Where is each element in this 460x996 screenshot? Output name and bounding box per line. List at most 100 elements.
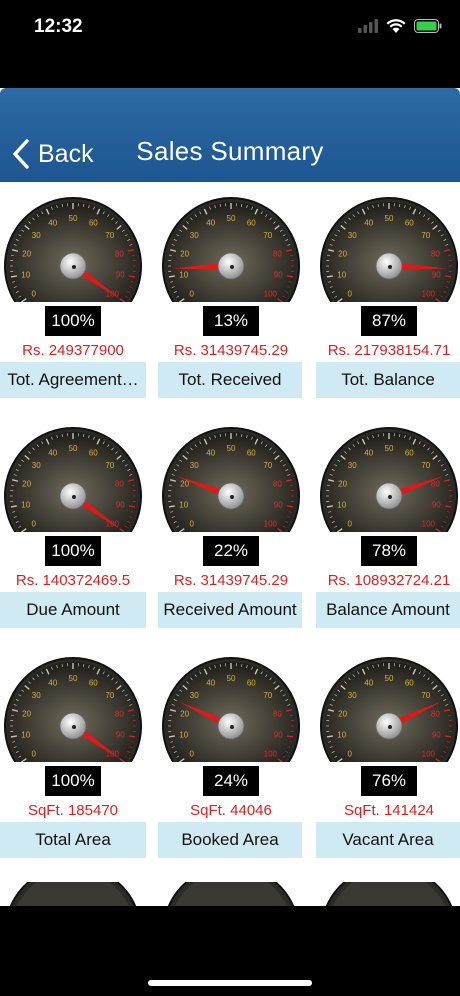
gauge-scale-label: 100 [422,750,436,759]
gauge-scale-label: 40 [364,678,373,687]
gauge-scale-label: 20 [22,710,31,719]
gauge-scale-label: 0 [31,750,36,759]
gauge-scale-label: 70 [105,691,114,700]
percent-badge: 100% [45,766,101,796]
amount-value: SqFt. 141424 [343,802,435,819]
gauge-scale-label: 80 [273,250,282,259]
gauge-scale-label: 10 [21,270,30,279]
gauge-scale-label: 90 [432,270,441,279]
gauge-scale-label: 50 [69,674,78,683]
navigation-bar: Back Sales Summary [0,88,460,182]
gauge-scale-label: 0 [347,290,352,299]
gauge-tile[interactable]: 0 10 20 30 40 50 60 70 80 90 100 78% Rs. 108932724.2… [316,422,460,632]
gauge-scale-label: 80 [115,480,124,489]
gauge-scale-label: 90 [116,500,125,509]
metric-label: Tot. Agreement… [0,362,146,398]
speedometer-gauge-partial [325,882,453,906]
gauge-scale-label: 0 [189,520,194,529]
gauge-scale-label: 10 [179,730,188,739]
gauge-scale-label: 80 [273,710,282,719]
gauge-scale-label: 20 [180,250,189,259]
amount-value: Rs. 217938154.71 [327,342,451,359]
speedometer-gauge: 0102030405060708090100 [4,197,142,302]
gauge-tile[interactable]: 0 10 20 30 40 50 60 70 80 90 100 22% Rs. 31439745.29… [158,422,304,632]
gauge-scale-label: 10 [337,500,346,509]
gauge-scale-label: 80 [273,480,282,489]
gauge-scale-label: 20 [338,710,347,719]
gauge-scale-label: 50 [385,674,394,683]
gauge-tile[interactable]: 0102030405060708090100100%Rs. 249377900T… [0,192,146,402]
speedometer-gauge-partial [9,882,137,906]
gauge-scale-label: 100 [422,290,436,299]
percent-badge: 87% [361,306,417,336]
gauge-scale-label: 80 [115,250,124,259]
gauge-scale-label: 0 [31,520,36,529]
gauge-scale-label: 70 [421,691,430,700]
gauge-tile[interactable]: 0 10 20 30 40 50 60 70 80 90 100 76% SqFt. 141424 Vac… [316,652,460,862]
gauge-tile[interactable]: 0 10 20 30 40 50 60 70 80 90 100 87% Rs. 217938154.7… [316,192,460,402]
wifi-icon [386,18,406,38]
gauge-scale-label: 90 [274,270,283,279]
gauge-scale-label: 60 [247,448,256,457]
metric-label: Booked Area [158,822,302,858]
gauge-scale-label: 40 [48,448,57,457]
gauge-scale-label: 10 [337,270,346,279]
gauge-scale-label: 60 [405,448,414,457]
speedometer-gauge: 0102030405060708090100 [162,197,300,302]
gauge-scale-label: 70 [105,461,114,470]
amount-value: Rs. 108932724.21 [327,572,451,589]
gauge-tile[interactable]: 0102030405060708090100100%Rs. 140372469.… [0,422,146,632]
gauge-scale-label: 10 [21,500,30,509]
amount-value: Rs. 31439745.29 [173,572,289,589]
percent-badge: 24% [203,766,259,796]
gauge-scale-label: 70 [263,231,272,240]
screen: Back Sales Summary 0 10 20 30 40 50 60 70 80 90 10… [0,88,460,906]
gauge-scale-label: 10 [21,730,30,739]
metric-label: Total Area [0,822,146,858]
percent-badge: 78% [361,536,417,566]
metric-label: Tot. Received [158,362,302,398]
speedometer-gauge-partial [167,882,295,906]
gauge-scale-label: 30 [190,231,199,240]
gauge-scale-label: 20 [338,480,347,489]
gauge-scale-label: 40 [206,448,215,457]
gauge-scale-label: 50 [385,214,394,223]
gauge-scale-label: 60 [247,678,256,687]
gauge-scale-label: 60 [405,678,414,687]
gauge-scale-label: 100 [264,750,278,759]
gauge-scale-label: 70 [105,231,114,240]
gauge-scale-label: 20 [22,480,31,489]
gauge-scale-label: 10 [179,500,188,509]
gauge-scale-label: 90 [116,270,125,279]
gauge-scale-label: 100 [422,520,436,529]
speedometer-gauge: 0102030405060708090100 [162,427,300,532]
gauge-scale-label: 0 [31,290,36,299]
amount-value: Rs. 140372469.5 [15,572,131,589]
gauge-scale-label: 40 [48,678,57,687]
gauge-scale-label: 0 [189,290,194,299]
gauge-scale-label: 30 [348,231,357,240]
gauge-scale-label: 60 [247,218,256,227]
metric-label: Received Amount [158,592,302,628]
gauge-scale-label: 40 [206,218,215,227]
gauge-scale-label: 60 [89,448,98,457]
gauge-scale-label: 10 [337,730,346,739]
gauge-scale-label: 50 [227,444,236,453]
amount-value: SqFt. 44046 [190,802,272,819]
gauge-tile[interactable]: 0102030405060708090100100%SqFt. 185470To… [0,652,146,862]
gauge-scale-label: 20 [180,710,189,719]
gauge-scale-label: 90 [274,730,283,739]
gauge-scale-label: 40 [364,448,373,457]
gauge-tile[interactable]: 0 10 20 30 40 50 60 70 80 90 100 13% Rs. 31439745.29… [158,192,304,402]
gauge-scale-label: 40 [206,678,215,687]
gauge-scale-label: 30 [32,691,41,700]
battery-icon [414,18,442,38]
gauge-scale-label: 30 [32,461,41,470]
status-icons [358,18,442,38]
gauge-tile[interactable]: 0 10 20 30 40 50 60 70 80 90 100 24% SqFt. 44046 Book… [158,652,304,862]
gauge-scale-label: 30 [348,461,357,470]
metric-label: Tot. Balance [316,362,460,398]
percent-badge: 13% [203,306,259,336]
gauge-scale-label: 40 [48,218,57,227]
gauge-scale-label: 20 [22,250,31,259]
